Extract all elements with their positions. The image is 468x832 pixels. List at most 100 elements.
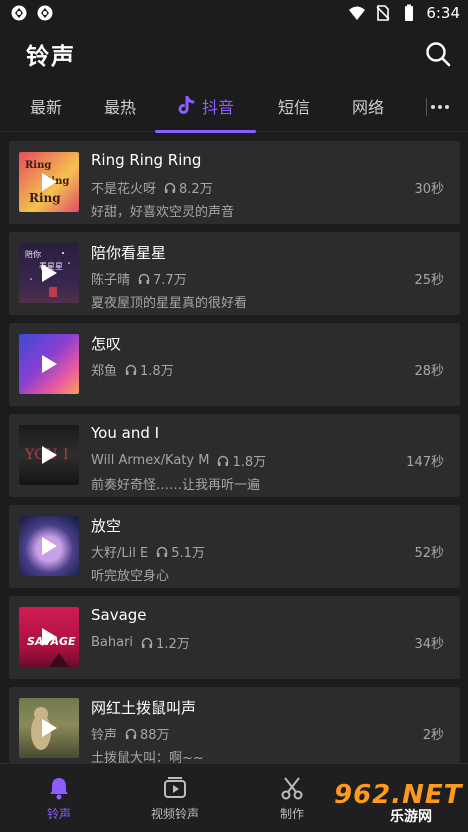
nav-video-ringtones[interactable]: 视频铃声 <box>125 764 225 832</box>
ringtone-meta: Bahari 1.2万 <box>91 633 190 652</box>
tab-latest[interactable]: 最新 <box>30 82 62 130</box>
play-count: 1.2万 <box>156 637 190 652</box>
play-count: 5.1万 <box>171 546 205 561</box>
album-cover[interactable] <box>19 334 79 394</box>
artist-name: 铃声 <box>91 728 118 743</box>
tab-network[interactable]: 网络 <box>352 82 384 130</box>
scissors-icon <box>279 775 305 801</box>
tab-label: 短信 <box>278 98 311 117</box>
album-cover[interactable]: SAVAGE <box>19 607 79 667</box>
album-cover[interactable] <box>19 698 79 758</box>
nav-label: 制作 <box>279 807 304 821</box>
artist-name: 不是花火呀 <box>91 182 157 197</box>
play-count: 7.7万 <box>153 273 187 288</box>
ringtone-item[interactable]: 怎叹 郑鱼 1.8万 28秒 <box>9 323 460 406</box>
artist-name: 大籽/Lil E <box>91 546 149 561</box>
svg-text:Ring: Ring <box>29 191 61 205</box>
ringtone-duration: 28秒 <box>414 364 444 379</box>
nav-label: 铃声 <box>46 807 71 821</box>
headphone-icon <box>141 637 153 649</box>
artist-name: 陈子晴 <box>91 273 131 288</box>
ringtone-item[interactable]: 陪你 看星星 陪你看星星 陈子晴 7.7万 夏夜屋顶的星星真的很好看 25秒 <box>9 232 460 315</box>
bell-icon <box>46 775 72 801</box>
nav-label: 视频铃声 <box>150 807 199 821</box>
ringtone-duration: 52秒 <box>414 546 444 561</box>
more-icon[interactable] <box>429 98 451 116</box>
tab-label: 网络 <box>352 98 385 117</box>
play-icon[interactable] <box>42 719 57 737</box>
tab-hottest[interactable]: 最热 <box>104 82 136 130</box>
category-tabs: 最新 最热 抖音 短信 网络 <box>0 82 468 133</box>
artist-name: 郑鱼 <box>91 364 118 379</box>
play-icon[interactable] <box>42 355 57 373</box>
tab-sms[interactable]: 短信 <box>278 82 310 130</box>
ringtone-duration: 30秒 <box>414 182 444 197</box>
ringtone-duration: 147秒 <box>406 455 444 470</box>
ringtone-title: Savage <box>91 606 147 624</box>
ringtone-duration: 25秒 <box>414 273 444 288</box>
douyin-note-icon <box>178 96 196 116</box>
watermark-sub-text: 乐游网 <box>390 809 432 825</box>
ringtone-title: Ring Ring Ring <box>91 151 202 169</box>
headphone-icon <box>138 273 150 285</box>
wifi-icon <box>348 4 366 22</box>
no-sim-icon <box>374 4 392 22</box>
ringtone-meta: 铃声 88万 <box>91 724 170 743</box>
play-icon[interactable] <box>42 537 57 555</box>
album-cover[interactable] <box>19 516 79 576</box>
artist-name: Bahari <box>91 635 134 650</box>
album-cover[interactable]: 陪你 看星星 <box>19 243 79 303</box>
ringtone-meta: 不是花火呀 8.2万 <box>91 178 213 197</box>
album-cover[interactable]: YOU I <box>19 425 79 485</box>
ringtone-item[interactable]: 网红土拨鼠叫声 铃声 88万 土拨鼠大叫：啊~~ 2秒 <box>9 687 460 770</box>
status-time: 6:34 <box>426 4 460 22</box>
play-count: 8.2万 <box>179 182 213 197</box>
app-notification-icon <box>10 4 28 22</box>
status-bar: 6:34 <box>0 0 468 26</box>
play-count: 1.8万 <box>140 364 174 379</box>
watermark-logo: 962.NET 乐游网 <box>330 776 466 830</box>
tab-label: 最新 <box>30 98 63 117</box>
ringtone-meta: 郑鱼 1.8万 <box>91 360 174 379</box>
play-icon[interactable] <box>42 173 57 191</box>
headphone-icon <box>217 455 229 467</box>
nav-make[interactable]: 制作 <box>242 764 342 832</box>
tab-douyin[interactable]: 抖音 <box>178 82 234 130</box>
tab-divider <box>426 98 427 116</box>
album-cover[interactable]: Ring Ring Ring <box>19 152 79 212</box>
ringtone-meta: Will Armex/Katy M 1.8万 <box>91 451 266 470</box>
ringtone-title: 陪你看星星 <box>91 244 167 262</box>
battery-icon <box>400 4 418 22</box>
headphone-icon <box>125 728 137 740</box>
artist-name: Will Armex/Katy M <box>91 453 210 468</box>
video-icon <box>162 775 188 801</box>
ringtone-meta: 大籽/Lil E 5.1万 <box>91 542 205 561</box>
headphone-icon <box>156 546 168 558</box>
ringtone-desc: 听完放空身心 <box>91 569 170 584</box>
play-icon[interactable] <box>42 264 57 282</box>
play-count: 1.8万 <box>232 455 267 470</box>
ringtone-title: 怎叹 <box>91 335 122 353</box>
svg-text:Ring: Ring <box>25 160 51 171</box>
tab-label: 抖音 <box>202 98 235 117</box>
svg-text:陪你: 陪你 <box>25 249 41 259</box>
nav-ringtones[interactable]: 铃声 <box>9 764 109 832</box>
ringtone-duration: 2秒 <box>422 728 444 743</box>
headphone-icon <box>164 182 176 194</box>
ringtone-title: 放空 <box>91 517 122 535</box>
app-notification-icon-2 <box>36 4 54 22</box>
ringtone-title: 网红土拨鼠叫声 <box>91 699 197 717</box>
ringtone-desc: 前奏好奇怪……让我再听一遍 <box>91 478 261 493</box>
play-icon[interactable] <box>42 446 57 464</box>
svg-text:I: I <box>63 447 69 463</box>
search-icon[interactable] <box>424 40 452 68</box>
ringtone-title: You and I <box>91 424 160 442</box>
ringtone-item[interactable]: YOU I You and I Will Armex/Katy M 1.8万 前… <box>9 414 460 497</box>
ringtone-desc: 夏夜屋顶的星星真的很好看 <box>91 296 248 311</box>
ringtone-item[interactable]: Ring Ring Ring Ring Ring Ring 不是花火呀 8.2万… <box>9 141 460 224</box>
tab-label: 最热 <box>104 98 137 117</box>
page-title: 铃声 <box>26 44 76 70</box>
play-icon[interactable] <box>42 628 57 646</box>
ringtone-item[interactable]: SAVAGE Savage Bahari 1.2万 34秒 <box>9 596 460 679</box>
ringtone-item[interactable]: 放空 大籽/Lil E 5.1万 听完放空身心 52秒 <box>9 505 460 588</box>
